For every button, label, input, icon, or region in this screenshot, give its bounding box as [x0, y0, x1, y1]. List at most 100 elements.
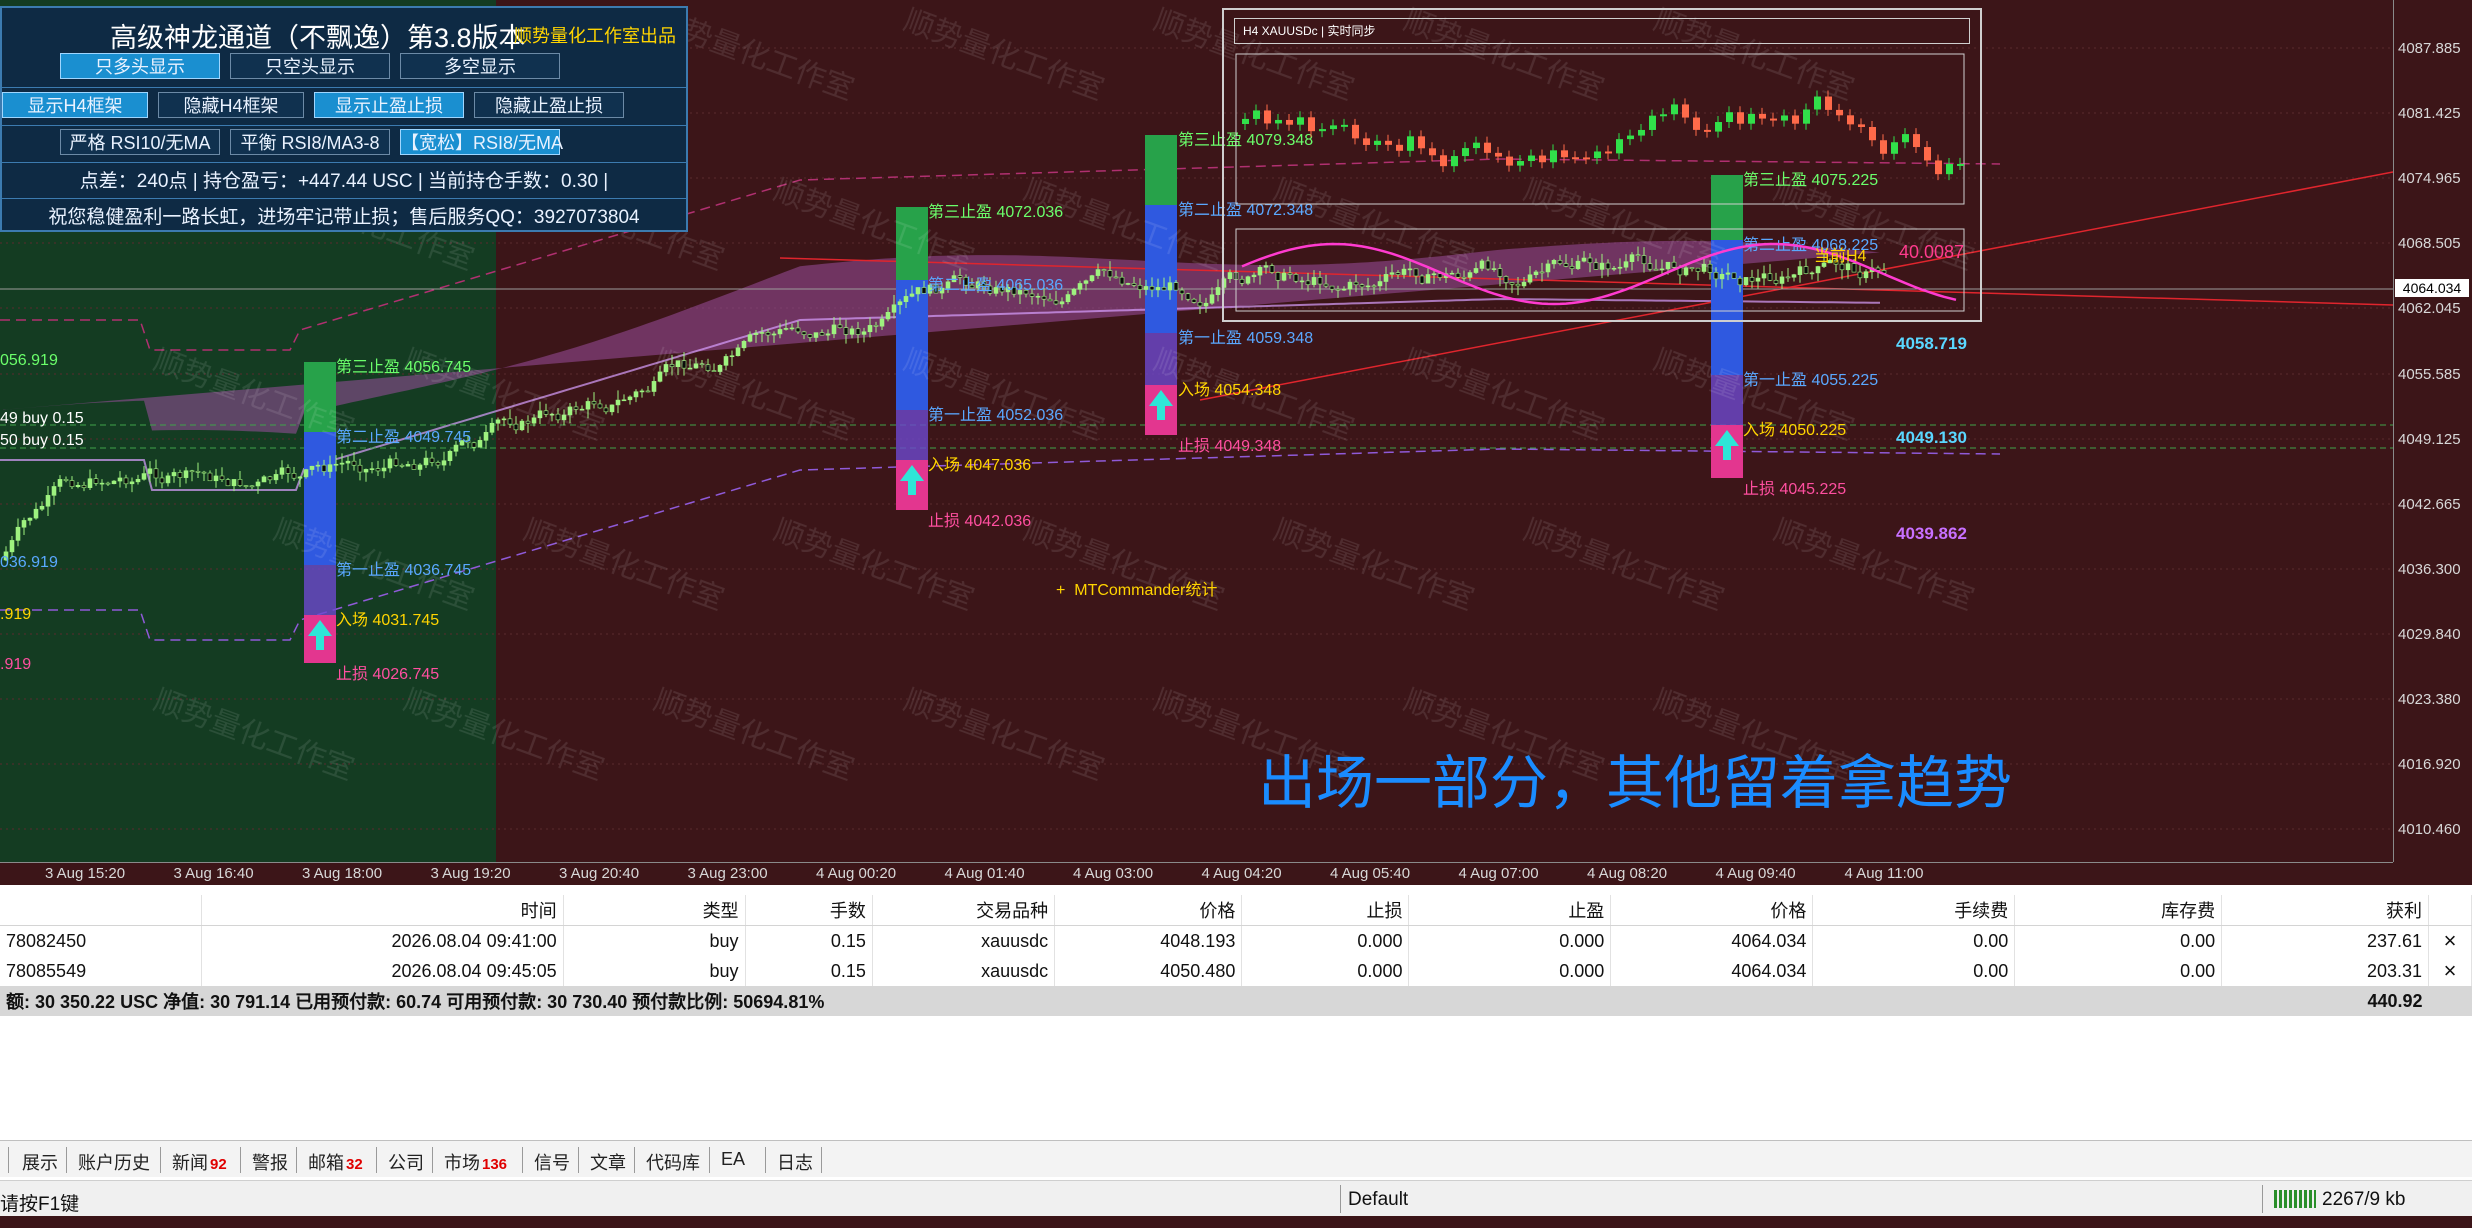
tab-新闻[interactable]: 新闻 92: [172, 1149, 227, 1175]
tp2-label: 第二止盈 4065.036: [928, 277, 1064, 294]
mtcommander-label[interactable]: + MTCommander统计: [1056, 576, 1217, 600]
tab-展示[interactable]: 展示: [22, 1149, 58, 1175]
tab-账户历史[interactable]: 账户历史: [78, 1149, 150, 1175]
time-tick: 3 Aug 18:00: [301, 865, 383, 882]
entry-label: 入场 4047.036: [928, 457, 1032, 474]
long-short-button[interactable]: 多空显示: [400, 53, 560, 79]
tab-label: 警报: [252, 1153, 288, 1173]
show-tpsl-button[interactable]: 显示止盈止损: [314, 92, 464, 118]
column-header[interactable]: 手续费: [1812, 895, 2016, 926]
column-header[interactable]: 获利: [2221, 895, 2430, 926]
tab-badge: 136: [482, 1156, 508, 1173]
left-level-label: 036.919: [0, 554, 58, 571]
table-cell: 0.000: [1408, 956, 1612, 986]
column-header[interactable]: [0, 895, 203, 926]
buy-line-label: 50 buy 0.15: [0, 432, 84, 449]
status-help: 请按F1键: [0, 1194, 80, 1215]
hide-tpsl-button[interactable]: 隐藏止盈止损: [474, 92, 624, 118]
table-cell: 0.00: [1812, 956, 2016, 986]
tab-代码库[interactable]: 代码库: [646, 1149, 700, 1175]
column-header[interactable]: 价格: [1054, 895, 1243, 926]
column-header[interactable]: 止盈: [1408, 895, 1612, 926]
tab-label: 邮箱: [308, 1153, 344, 1173]
status-profile[interactable]: Default: [1348, 1189, 1408, 1211]
tab-label: 信号: [534, 1153, 570, 1173]
tab-label: 账户历史: [78, 1153, 150, 1173]
tab-信号[interactable]: 信号: [534, 1149, 570, 1175]
price-tick: 4074.965: [2398, 170, 2461, 187]
tab-EA[interactable]: EA: [721, 1149, 745, 1170]
price-tick: 4036.300: [2398, 561, 2461, 578]
table-cell: 0.00: [1812, 925, 2016, 956]
table-cell: xauusdc: [872, 956, 1056, 986]
price-tick: 4068.505: [2398, 235, 2461, 252]
time-tick: 3 Aug 20:40: [558, 865, 640, 882]
table-header-row: 时间 类型 手数 交易品种 价格 止损 止盈 价格 手续费 库存费 获利: [0, 895, 2472, 926]
stoploss-label: 止损 4042.036: [928, 513, 1032, 530]
time-tick: 4 Aug 07:00: [1458, 865, 1539, 882]
left-level-label: 056.919: [0, 352, 58, 369]
panel-info: 点差：240点 | 持仓盈亏：+447.44 USC | 当前持仓手数：0.30…: [79, 171, 609, 192]
chart-area[interactable]: 4087.885 4081.425 4074.965 4068.505 4062.045…: [0, 0, 2472, 885]
tab-badge: 92: [210, 1156, 227, 1173]
table-cell: 2026.08.04 09:45:05: [201, 956, 564, 986]
terminal-panel: 时间 类型 手数 交易品种 价格 止损 止盈 价格 手续费 库存费 获利 78082450 2026.…: [0, 895, 2472, 1145]
table-row[interactable]: 78085549 2026.08.04 09:45:05 buy 0.15 xauusd…: [0, 956, 2472, 986]
table-cell: 0.000: [1241, 956, 1410, 986]
time-tick: 3 Aug 23:00: [687, 865, 768, 882]
table-cell: 237.61: [2221, 925, 2430, 956]
tp1-label: 第一止盈 4052.036: [928, 407, 1064, 424]
panel-wish: 祝您稳健盈利一路长虹，进场牢记带止损；售后服务QQ：3927073804: [48, 207, 640, 228]
price-tick: 4049.125: [2398, 431, 2461, 448]
column-header[interactable]: 时间: [201, 895, 564, 926]
close-position-icon[interactable]: ×: [2428, 956, 2472, 986]
tab-文章[interactable]: 文章: [590, 1149, 626, 1175]
price-tick: 4062.045: [2398, 300, 2461, 317]
balanced-mode-button[interactable]: 平衡 RSI8/MA3-8: [230, 129, 390, 155]
tp2-label: 第二止盈 4049.745: [336, 429, 472, 446]
summary-row: 额: 30 350.22 USC 净值: 30 791.14 已用预付款: 60…: [0, 986, 2472, 1016]
status-traffic: 2267/9 kb: [2322, 1189, 2406, 1210]
column-header[interactable]: 库存费: [2014, 895, 2223, 926]
long-only-button[interactable]: 只多头显示: [60, 53, 220, 79]
account-summary: 额: 30 350.22 USC 净值: 30 791.14 已用预付款: 60…: [0, 986, 2222, 1016]
close-position-icon[interactable]: ×: [2428, 925, 2472, 956]
right-level-label: 4039.862: [1896, 524, 1967, 543]
table-cell: xauusdc: [872, 925, 1056, 956]
column-header[interactable]: 交易品种: [872, 895, 1056, 926]
table-cell: 78082450: [0, 925, 203, 956]
price-tick: 4023.380: [2398, 691, 2461, 708]
time-axis: 3 Aug 15:20 3 Aug 16:40 3 Aug 18:00 3 Aug 1…: [0, 862, 2393, 885]
h4-mini-chart[interactable]: H4 XAUUSDc | 实时同步 当前H4 40.0087: [1222, 8, 1982, 322]
table-cell: 78085549: [0, 956, 203, 986]
summary-spacer: [2428, 986, 2472, 1016]
column-header[interactable]: 价格: [1610, 895, 1814, 926]
strict-mode-button[interactable]: 严格 RSI10/无MA: [60, 129, 220, 155]
tab-日志[interactable]: 日志: [777, 1149, 813, 1175]
mtcommander-text: MTCommander统计: [1074, 582, 1218, 599]
table-cell: 0.15: [745, 956, 873, 986]
tab-警报[interactable]: 警报: [252, 1149, 288, 1175]
loose-mode-button[interactable]: 【宽松】RSI8/无MA: [400, 129, 563, 155]
column-header[interactable]: 手数: [745, 895, 873, 926]
time-tick: 4 Aug 09:40: [1715, 865, 1796, 882]
table-cell: 2026.08.04 09:41:00: [201, 925, 564, 956]
mini-tag-current: 当前H4: [1814, 248, 1867, 265]
table-row[interactable]: 78082450 2026.08.04 09:41:00 buy 0.15 xauusd…: [0, 925, 2472, 956]
column-header[interactable]: 类型: [563, 895, 746, 926]
show-h4-button[interactable]: 显示H4框架: [2, 92, 148, 118]
tab-邮箱[interactable]: 邮箱 32: [308, 1149, 363, 1175]
tab-市场[interactable]: 市场 136: [444, 1149, 507, 1175]
column-header[interactable]: [2428, 895, 2472, 926]
right-level-label: 4049.130: [1896, 428, 1967, 447]
tab-label: 公司: [388, 1153, 424, 1173]
table-cell: 4050.480: [1054, 956, 1243, 986]
tab-公司[interactable]: 公司: [388, 1149, 424, 1175]
short-only-button[interactable]: 只空头显示: [230, 53, 390, 79]
hide-h4-button[interactable]: 隐藏H4框架: [158, 92, 304, 118]
tp3-label: 第三止盈 4056.745: [336, 359, 472, 376]
column-header[interactable]: 止损: [1241, 895, 1410, 926]
mini-chart-plot: [1235, 53, 1965, 312]
annotation-text: 出场一部分，其他留着拿趋势: [1258, 751, 2013, 816]
table-cell: 203.31: [2221, 956, 2430, 986]
